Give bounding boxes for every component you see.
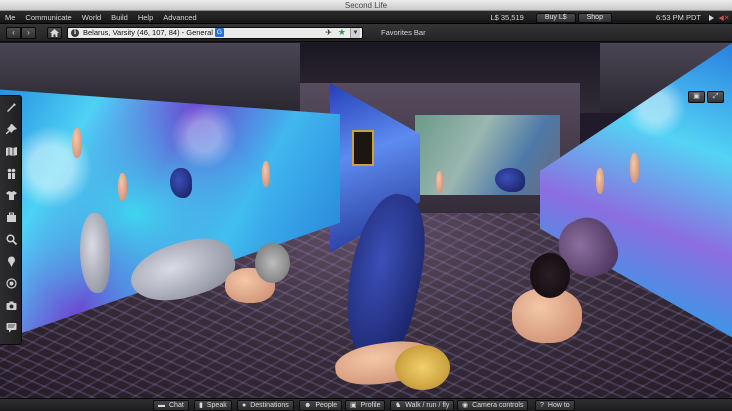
mermaid-hair <box>255 243 290 283</box>
how-to-button[interactable]: ? How to <box>535 400 575 411</box>
destinations-button[interactable]: ● Destinations <box>237 400 294 411</box>
destination-pin-icon: ● <box>242 402 247 409</box>
statue <box>596 168 604 194</box>
map-icon[interactable] <box>3 143 19 159</box>
menu-communicate[interactable]: Communicate <box>25 13 71 22</box>
speaker-muted-icon[interactable]: ◀✕ <box>718 14 729 22</box>
navigation-bar: ‹ › i Belarus, Varsity (46, 107, 84) - G… <box>0 24 732 42</box>
snapshot-camera-icon[interactable]: ▣ <box>688 91 705 103</box>
people-label: People <box>315 402 338 409</box>
forward-arrow-icon[interactable]: › <box>21 26 36 39</box>
menu-world[interactable]: World <box>82 13 101 22</box>
people-icon[interactable] <box>3 165 19 181</box>
back-arrow-icon[interactable]: ‹ <box>6 26 21 39</box>
menu-advanced[interactable]: Advanced <box>163 13 196 22</box>
chat-label: Chat <box>169 402 184 409</box>
search-icon[interactable] <box>3 231 19 247</box>
mermaid-tail <box>80 213 110 293</box>
location-text: Belarus, Varsity (46, 107, 84) - General <box>83 28 213 37</box>
snapshot-icon[interactable] <box>3 297 19 313</box>
people-icon: ☻ <box>304 402 312 409</box>
media-play-icon[interactable] <box>709 14 714 21</box>
world-viewport[interactable]: ▣ ⤢ <box>0 43 732 398</box>
chat-button[interactable]: ▬ Chat <box>153 400 189 411</box>
mermaid-tail <box>170 168 192 198</box>
walk-icon: ♞ <box>395 402 402 409</box>
menu-me[interactable]: Me <box>5 13 15 22</box>
how-to-label: How to <box>547 402 570 409</box>
statue <box>262 161 270 187</box>
mermaid-tail <box>495 168 525 192</box>
info-icon[interactable]: i <box>71 28 79 37</box>
location-icons: ✈ ★ ▼ <box>325 27 360 38</box>
camera-eye-icon: ◉ <box>462 402 469 409</box>
bottom-toolbar: ▬ Chat ▮ Speak ● Destinations ☻ People ▣… <box>0 398 732 411</box>
clock: 6:53 PM PDT <box>655 13 701 22</box>
microphone-icon: ▮ <box>199 402 203 409</box>
chevron-down-icon[interactable]: ▼ <box>350 27 360 38</box>
profile-icon: ▣ <box>350 402 357 409</box>
statue <box>630 153 639 183</box>
help-icon: ? <box>540 402 544 409</box>
menu-bar: Me Communicate World Build Help Advanced… <box>0 11 732 24</box>
destinations-label: Destinations <box>250 402 289 409</box>
profile-label: Profile <box>360 402 381 409</box>
statue <box>72 128 82 158</box>
appearance-icon[interactable] <box>3 187 19 203</box>
linden-balance[interactable]: L$ 35,519 <box>490 13 523 22</box>
speak-button[interactable]: ▮ Speak <box>194 400 232 411</box>
menu-build[interactable]: Build <box>111 13 128 22</box>
statue <box>436 171 443 193</box>
window-title-bar: Second Life <box>0 0 732 11</box>
mermaid-hair <box>395 345 450 390</box>
shop-button[interactable]: Shop <box>577 12 612 23</box>
maximize-icon[interactable]: ⤢ <box>707 91 724 103</box>
favorites-bar-label[interactable]: Favorites Bar <box>381 28 426 37</box>
pick-icon[interactable] <box>3 121 19 137</box>
profile-button[interactable]: ▣ Profile <box>345 400 386 411</box>
camera-controls-button[interactable]: ◉ Camera controls <box>457 400 529 411</box>
status-area: L$ 35,519 Buy L$ Shop 6:53 PM PDT ◀✕ <box>490 11 730 24</box>
maturity-badge: G <box>214 28 224 37</box>
people-button[interactable]: ☻ People <box>299 400 343 411</box>
camera-label: Camera controls <box>472 402 524 409</box>
mermaid-hair <box>530 253 570 298</box>
toolbar-left <box>0 95 22 345</box>
picture-frame <box>352 130 374 166</box>
window-title: Second Life <box>344 1 388 10</box>
statue <box>118 173 127 201</box>
chat-history-icon[interactable] <box>3 319 19 335</box>
landmark-icon[interactable] <box>3 253 19 269</box>
voice-icon[interactable] <box>3 275 19 291</box>
walk-label: Walk / run / fly <box>405 402 450 409</box>
home-icon[interactable] <box>47 26 62 39</box>
favorite-star-icon[interactable]: ★ <box>338 27 346 38</box>
chat-icon: ▬ <box>158 402 165 409</box>
speak-label: Speak <box>206 402 227 409</box>
location-field[interactable]: i Belarus, Varsity (46, 107, 84) - Gener… <box>67 26 363 39</box>
buy-currency-button[interactable]: Buy L$ <box>535 12 576 23</box>
inventory-icon[interactable] <box>3 209 19 225</box>
no-fly-icon: ✈ <box>325 28 332 37</box>
menu-help[interactable]: Help <box>138 13 153 22</box>
build-icon[interactable] <box>3 99 19 115</box>
walk-run-fly-button[interactable]: ♞ Walk / run / fly <box>390 400 455 411</box>
